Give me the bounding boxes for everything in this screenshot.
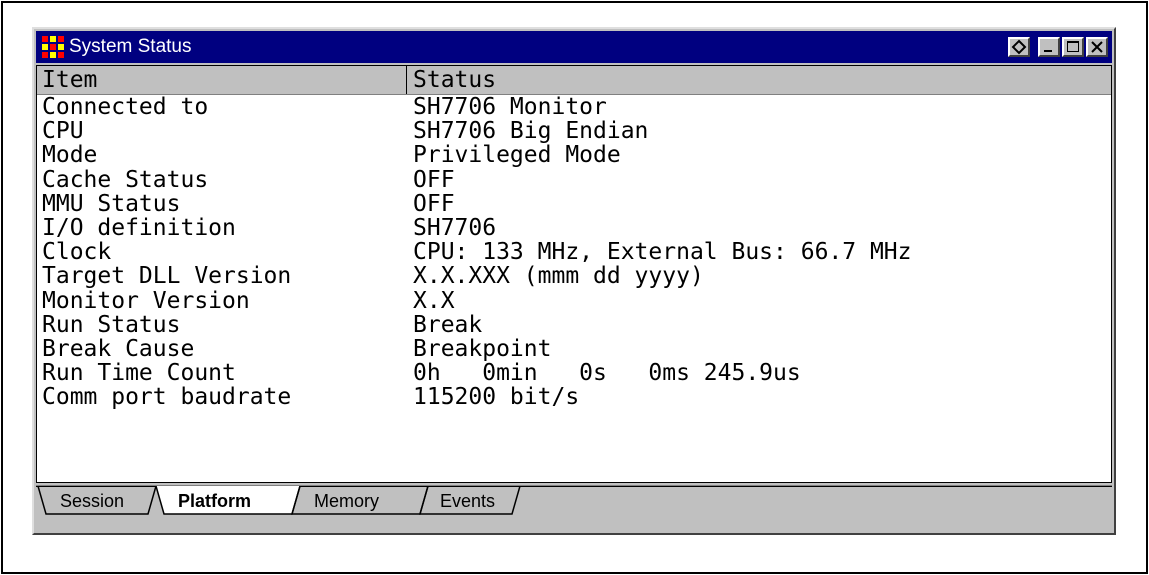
status-list[interactable]: Item Status Connected to SH7706 Monitor CP… [36, 65, 1112, 483]
row-item-label: Run Status [42, 311, 181, 338]
row-status-value: SH7706 [413, 214, 497, 241]
row-item-label: Mode [42, 142, 98, 169]
diamond-icon [1011, 39, 1027, 55]
row-status-value: SH7706 Monitor [413, 94, 607, 120]
tab-platform[interactable]: Platform [178, 491, 251, 512]
table-row[interactable]: Cache Status OFF [37, 166, 1111, 193]
table-row[interactable]: Break Cause Breakpoint [37, 337, 1111, 361]
table-row[interactable]: Run Time Count 0h 0min 0s 0ms 245.9us [37, 361, 1111, 385]
row-item-label: Clock [42, 239, 112, 266]
close-button[interactable] [1086, 37, 1108, 57]
row-status-value: X.X [413, 287, 455, 314]
column-header-item[interactable]: Item [37, 66, 407, 94]
tab-memory[interactable]: Memory [314, 491, 379, 512]
restore-diamond-button[interactable] [1008, 37, 1030, 57]
minimize-icon [1044, 50, 1052, 52]
row-status-value: OFF [413, 190, 455, 217]
row-status-value: X.X.XXX (mmm dd yyyy) [413, 263, 704, 290]
maximize-button[interactable] [1062, 37, 1084, 57]
table-row[interactable]: Clock CPU: 133 MHz, External Bus: 66.7 MH… [37, 240, 1111, 264]
window-title: System Status [69, 36, 192, 57]
list-rows: Connected to SH7706 Monitor CPU SH7706 Big … [37, 95, 1111, 409]
table-row[interactable]: Comm port baudrate 115200 bit/s [37, 385, 1111, 409]
table-row[interactable]: Target DLL Version X.X.XXX (mmm dd yyyy) [37, 264, 1111, 288]
row-status-value: CPU: 133 MHz, External Bus: 66.7 MHz [413, 239, 912, 266]
close-icon [1091, 41, 1103, 53]
table-row[interactable]: Monitor Version X.X [37, 287, 1111, 314]
row-status-value: Privileged Mode [413, 142, 621, 169]
row-item-label: MMU Status [42, 190, 181, 217]
row-status-value: 0h 0min 0s 0ms 245.9us [413, 360, 801, 387]
row-item-label: Break Cause [42, 335, 195, 362]
column-header-status[interactable]: Status [407, 66, 496, 94]
table-row[interactable]: Run Status Break [37, 313, 1111, 337]
app-grid-icon [42, 36, 64, 58]
system-status-window: System Status Item Status Connected to S… [32, 27, 1116, 535]
table-row[interactable]: I/O definition SH7706 [37, 216, 1111, 240]
title-bar[interactable]: System Status [36, 31, 1112, 63]
table-row[interactable]: MMU Status OFF [37, 192, 1111, 216]
table-row[interactable]: Connected to SH7706 Monitor [37, 95, 1111, 119]
row-item-label: I/O definition [42, 214, 236, 241]
row-status-value: OFF [413, 166, 455, 193]
row-item-label: Monitor Version [42, 287, 250, 314]
row-item-label: Connected to [42, 94, 209, 120]
maximize-icon [1067, 41, 1079, 52]
table-row[interactable]: Mode Privileged Mode [37, 143, 1111, 167]
row-status-value: Break [413, 311, 483, 338]
table-row[interactable]: CPU SH7706 Big Endian [37, 119, 1111, 143]
minimize-button[interactable] [1038, 37, 1060, 57]
row-item-label: Run Time Count [42, 360, 236, 387]
row-status-value: SH7706 Big Endian [413, 118, 649, 145]
tab-events[interactable]: Events [440, 491, 495, 512]
list-header: Item Status [37, 66, 1111, 95]
tab-session[interactable]: Session [60, 491, 124, 512]
row-status-value: 115200 bit/s [413, 384, 580, 411]
row-item-label: Cache Status [42, 166, 209, 193]
row-item-label: Target DLL Version [42, 263, 292, 290]
row-status-value: Breakpoint [413, 335, 552, 362]
row-item-label: Comm port baudrate [42, 384, 292, 411]
tab-bar: Session Platform Memory Events [36, 485, 1112, 517]
row-item-label: CPU [42, 118, 84, 145]
